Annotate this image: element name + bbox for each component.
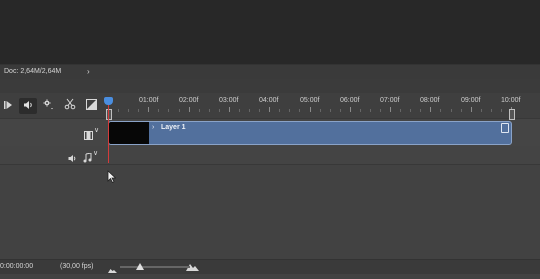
clip-expand-chevron[interactable]: ›	[152, 124, 154, 131]
ruler-minor-tick	[118, 109, 120, 112]
ruler-label: 02:00f	[179, 97, 199, 104]
ruler-minor-tick	[319, 109, 321, 112]
zoom-slider-track[interactable]	[120, 266, 190, 268]
ruler-label: 03:00f	[219, 97, 239, 104]
document-canvas	[0, 0, 540, 64]
ruler-minor-tick	[380, 109, 382, 112]
ruler-label: 06:00f	[340, 97, 360, 104]
ruler-label: 09:00f	[461, 97, 481, 104]
ruler-label: 07:00f	[380, 97, 400, 104]
work-area-end-handle[interactable]	[509, 109, 515, 120]
ruler-minor-tick	[138, 109, 140, 112]
ruler-minor-tick	[299, 109, 301, 112]
status-menu-arrow[interactable]: ›	[87, 65, 90, 79]
audio-track-menu-chevron[interactable]: ∨	[93, 149, 98, 157]
scissors-icon	[64, 97, 76, 115]
music-note-icon[interactable]	[83, 150, 92, 168]
ruler-major-tick	[269, 107, 271, 112]
layer-track-menu-chevron[interactable]: ∨	[94, 126, 99, 134]
audio-track	[108, 146, 540, 165]
split-button[interactable]	[63, 98, 77, 114]
layer-clip[interactable]: › Layer 1	[108, 121, 512, 145]
ruler-minor-tick	[218, 109, 220, 112]
ruler-minor-tick	[329, 109, 331, 112]
ruler-minor-tick	[339, 109, 341, 112]
ruler-minor-tick	[238, 109, 240, 112]
play-icon	[3, 97, 13, 115]
timeline-ruler[interactable]: 01:00f 02:00f 03:00f 04:00f 05:00f 06:00…	[108, 93, 540, 118]
ruler-minor-tick	[249, 109, 251, 112]
ruler-minor-tick	[178, 109, 180, 112]
ruler-label: 05:00f	[300, 97, 320, 104]
layer-track-header: ∨	[0, 118, 108, 147]
speaker-icon	[23, 97, 34, 115]
ruler-minor-tick	[289, 109, 291, 112]
ruler-major-tick	[390, 107, 392, 112]
play-button[interactable]	[2, 98, 14, 114]
ruler-minor-tick	[500, 109, 502, 112]
status-bar: Doc: 2,64M/2,64M ›	[0, 64, 540, 79]
speaker-icon[interactable]	[68, 150, 77, 168]
ruler-major-tick	[430, 107, 432, 112]
ruler-minor-tick	[359, 109, 361, 112]
timeline-footer: 0:00:00:00 (30,00 fps)	[0, 259, 540, 274]
doc-size-info: Doc: 2,64M/2,64M	[4, 68, 62, 75]
ruler-minor-tick	[460, 109, 462, 112]
ruler-major-tick	[349, 107, 351, 112]
ruler-minor-tick	[198, 109, 200, 112]
ruler-minor-tick	[400, 109, 402, 112]
film-strip-icon[interactable]	[84, 127, 93, 145]
clip-thumbnail	[109, 122, 149, 144]
ruler-minor-tick	[168, 109, 170, 112]
ruler-minor-tick	[259, 109, 261, 112]
ruler-minor-tick	[369, 109, 371, 112]
transition-button[interactable]	[84, 98, 98, 114]
ruler-minor-tick	[440, 109, 442, 112]
ruler-major-tick	[309, 107, 311, 112]
ruler-minor-tick	[480, 109, 482, 112]
document-icon	[501, 123, 509, 133]
playback-settings-button[interactable]	[40, 98, 56, 114]
ruler-minor-tick	[158, 109, 160, 112]
transition-icon	[85, 97, 97, 115]
clip-name: Layer 1	[161, 124, 186, 131]
ruler-minor-tick	[450, 109, 452, 112]
zoom-out-icon[interactable]	[108, 265, 117, 279]
timeline-panel-header	[0, 79, 540, 94]
ruler-label: 08:00f	[420, 97, 440, 104]
ruler-label: 04:00f	[259, 97, 279, 104]
frame-rate: (30,00 fps)	[60, 263, 94, 270]
playhead-line	[108, 100, 109, 163]
ruler-minor-tick	[420, 109, 422, 112]
gear-icon	[42, 97, 54, 115]
ruler-label: 01:00f	[139, 97, 159, 104]
zoom-slider-thumb[interactable]	[136, 263, 144, 270]
ruler-minor-tick	[128, 109, 130, 112]
ruler-major-tick	[228, 107, 230, 112]
ruler-minor-tick	[208, 109, 210, 112]
timeline-controls	[0, 93, 108, 118]
playhead[interactable]	[104, 97, 113, 105]
ruler-minor-tick	[279, 109, 281, 112]
ruler-major-tick	[148, 107, 150, 112]
mute-audio-button[interactable]	[19, 98, 37, 114]
current-timecode[interactable]: 0:00:00:00	[0, 260, 33, 274]
mouse-cursor-icon	[107, 170, 117, 188]
ruler-major-tick	[188, 107, 190, 112]
work-area-start-handle[interactable]	[106, 109, 112, 120]
ruler-minor-tick	[490, 109, 492, 112]
ruler-label: 10:00f	[501, 97, 521, 104]
ruler-major-tick	[470, 107, 472, 112]
ruler-minor-tick	[410, 109, 412, 112]
audio-track-header: ∨	[0, 146, 108, 165]
